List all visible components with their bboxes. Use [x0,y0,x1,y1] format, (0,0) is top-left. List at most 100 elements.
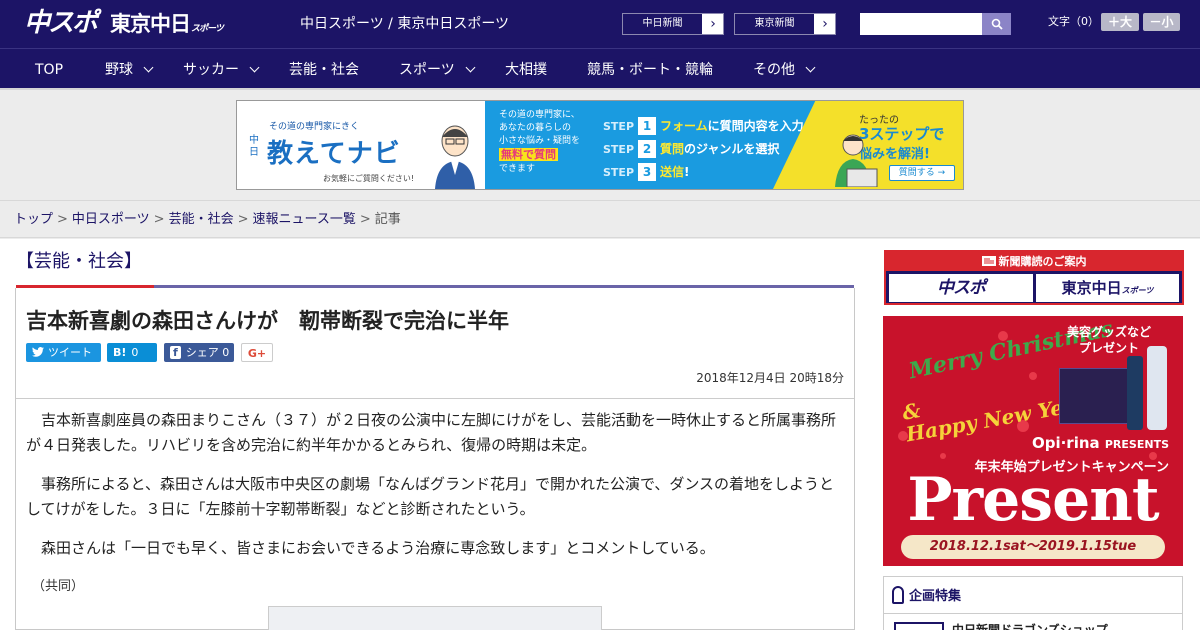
banner-step-1: STEP 1 フォームに質問内容を入力 [603,117,804,135]
font-size-label: 文字（0） [1048,15,1099,28]
ad-dates: 2018.12.1sat～2019.1.15tue [901,535,1165,559]
article-paragraph: 事務所によると、森田さんは大阪市中央区の劇場「なんばグランド花月」で開かれた公演… [26,475,835,518]
breadcrumb-sep: > [57,212,68,227]
hatena-icon: B! [113,346,127,359]
nav-item-other[interactable]: その他 [753,61,816,79]
tokyo-chunichi-logo[interactable]: 東京中日スポーツ [110,10,224,38]
article-paragraph: 森田さんは「一日でも早く、皆さまにお会いできるよう治療に専念致します」とコメント… [41,539,715,557]
banner-chunichi: 中日 [249,135,259,158]
article-photo[interactable] [268,606,602,630]
chevron-down-icon [465,62,476,73]
banner-mid: その道の専門家に、 あなたの暮らしの 小さな悩み・疑問を 無料で質問 できます [485,101,595,189]
ribbon-icon [892,585,904,604]
nav-label: 芸能・社会 [289,62,359,78]
nav-item-baseball[interactable]: 野球 [105,61,154,79]
banner-ask-button[interactable]: 質問する → [889,165,955,181]
feature-item-dragons-shop[interactable]: 中日新聞ドラゴンズショップ [952,621,1108,630]
subscribe-chuspo-logo[interactable]: 中スポ [889,274,1033,302]
article-divider [16,398,854,399]
fb-share-count: 0 [222,346,230,359]
main-nav: TOP 野球 サッカー 芸能・社会 スポーツ 大相撲 競馬・ボート・競輪 その他 [0,48,1200,90]
nav-item-top[interactable]: TOP [35,61,63,79]
chevron-down-icon [143,62,154,73]
feature-box: 企画特集 中日新聞ドラゴンズショップ [883,576,1183,630]
article: 吉本新喜劇の森田さんけが 靭帯断裂で完治に半年 ツイート B! 0 f シェア 0 … [15,288,855,630]
search-input[interactable] [860,13,982,35]
banner-mid-line3: 小さな悩み・疑問を [499,136,581,146]
nav-label: 野球 [105,62,133,78]
tokyo-shimbun-link[interactable]: 東京新聞 › [734,13,836,35]
breadcrumb-top[interactable]: トップ [14,212,53,227]
hatena-button[interactable]: B! 0 [107,343,157,362]
article-paragraph: 吉本新喜劇座員の森田まりこさん（３７）が２日夜の公演中に左脚にけがをし、芸能活動… [26,411,837,454]
breadcrumb-entertainment[interactable]: 芸能・社会 [169,212,234,227]
feature-divider [884,613,1182,614]
facebook-icon: f [170,346,181,359]
breadcrumb-current: 記事 [374,212,401,227]
article-headline: 吉本新喜劇の森田さんけが 靭帯断裂で完治に半年 [26,309,509,333]
nav-item-keiba[interactable]: 競馬・ボート・競輪 [587,61,713,79]
facebook-share-button[interactable]: f シェア 0 [164,343,234,362]
ad-brand: Opi·rina PRESENTS [1031,434,1169,452]
search-icon [991,18,1003,30]
chevron-down-icon [805,62,816,73]
nav-label: その他 [753,62,795,78]
chevron-right-icon: › [815,14,835,34]
breadcrumb: トップ > 中日スポーツ > 芸能・社会 > 速報ニュース一覧 > 記事 [0,200,1200,238]
subscription-box[interactable]: 新聞購読のご案内 中スポ 東京中日スポーツ [884,250,1184,305]
tweet-button[interactable]: ツイート [26,343,101,362]
nav-label: スポーツ [399,62,455,78]
nav-item-sumo[interactable]: 大相撲 [505,61,547,79]
banner-mid-line2: あなたの暮らしの [499,123,572,133]
nav-label: 大相撲 [505,62,547,78]
font-bigger-button[interactable]: ＋大 [1101,13,1139,31]
breadcrumb-news-list[interactable]: 速報ニュース一覧 [253,212,356,227]
breadcrumb-chuspo[interactable]: 中日スポーツ [72,212,150,227]
subscribe-tokyo-logo[interactable]: 東京中日スポーツ [1036,274,1179,302]
person-with-laptop-icon [835,134,878,187]
banner-free-highlight: 無料で質問 [499,148,558,161]
breadcrumb-sep: > [237,212,249,227]
nav-item-entertainment[interactable]: 芸能・社会 [289,61,359,79]
chunichi-shimbun-label: 中日新聞 [623,14,703,34]
banner-note: お気軽にご質問ください! [323,174,415,183]
nav-label: 競馬・ボート・競輪 [587,62,713,78]
site-title[interactable]: 中日スポーツ / 東京中日スポーツ [300,15,509,33]
newspaper-icon [981,256,996,266]
breadcrumb-sep: > [359,212,371,227]
expert-illustration-icon [435,125,475,189]
google-plus-button[interactable]: G+ [241,343,273,362]
ad-goods-text: 美容グッズなど プレゼント [1066,325,1151,355]
article-credit: （共同） [32,579,85,594]
font-smaller-button[interactable]: －小 [1143,13,1180,31]
fb-share-label: シェア [185,346,219,359]
search-button[interactable] [982,13,1011,35]
ad-product-bottle [1147,346,1167,430]
article-date: 2018年12月4日 20時18分 [696,371,844,385]
google-plus-icon: G+ [247,347,267,360]
chuspo-logo[interactable]: 中スポ [24,8,98,38]
chevron-down-icon [249,62,260,73]
banner-mid-line4: できます [499,164,536,174]
ad-product-bottle [1127,356,1143,430]
header-bar: 中スポ 東京中日スポーツ 中日スポーツ / 東京中日スポーツ 中日新聞 › 東京… [0,0,1200,48]
banner-title: 教えてナビ [267,139,401,169]
banner-subtitle: その道の専門家にきく [269,122,360,132]
ad-product-box [1059,368,1137,424]
nav-item-sports[interactable]: スポーツ [399,61,476,79]
opirina-present-ad[interactable]: Merry Christmas & Happy New Year 美容グッズなどプ… [883,316,1183,566]
chevron-right-icon: › [703,14,723,34]
section-label: 【芸能・社会】 [16,251,142,272]
chunichi-shimbun-link[interactable]: 中日新聞 › [622,13,724,35]
nav-item-soccer[interactable]: サッカー [183,61,260,79]
tokyo-logo-text: 東京中日 [110,12,191,36]
banner-mid-line1: その道の専門家に、 [499,110,580,120]
oshiete-navi-banner[interactable]: その道の専門家にきく 中日 教えてナビ お気軽にご質問ください! その道の専門家… [236,100,964,190]
tweet-label: ツイート [48,346,92,359]
subscription-header: 新聞購読のご案内 [886,252,1182,271]
tokyo-logo-suffix: スポーツ [191,24,224,34]
feature-thumbnail[interactable] [894,622,944,630]
twitter-icon [32,347,44,357]
breadcrumb-sep: > [153,212,165,227]
banner-left: その道の専門家にきく 中日 教えてナビ お気軽にご質問ください! [237,101,485,189]
